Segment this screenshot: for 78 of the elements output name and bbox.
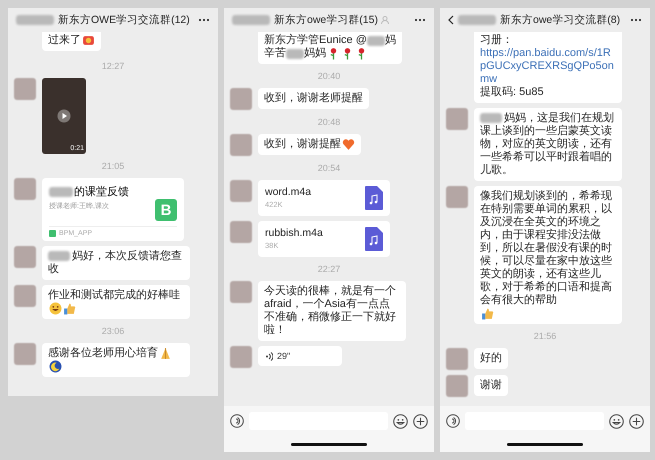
timestamp: 21:56 (532, 331, 558, 341)
avatar-placeholder (14, 343, 36, 365)
message-text: 妈 (384, 34, 396, 47)
message-text: 新东方学管Eunice @ (264, 34, 367, 46)
voice-input-icon[interactable] (446, 414, 460, 428)
message-text: 谢谢 (480, 379, 502, 392)
message-text: 收到，谢谢提醒 (264, 138, 341, 151)
voice-input-icon[interactable] (230, 414, 244, 428)
emoji-icon[interactable] (609, 414, 624, 428)
avatar-placeholder (446, 108, 468, 130)
message-text: 妈好，本次反馈请您查收 (48, 250, 184, 276)
more-icon[interactable] (198, 18, 210, 22)
timestamp: 20:40 (316, 71, 342, 81)
avatar-placeholder (230, 221, 252, 243)
link[interactable]: https://pan.baidu.com/s/1RpGUCxyCREXRSgQPo5onmw (480, 47, 616, 86)
redacted-block (458, 15, 496, 25)
avatar-placeholder (230, 88, 252, 110)
audio-file-icon (365, 186, 383, 210)
avatar-placeholder (446, 186, 468, 208)
avatar-placeholder (14, 78, 36, 100)
file-name: rubbish.m4a (265, 227, 323, 239)
plus-icon[interactable] (413, 414, 428, 428)
more-icon[interactable] (414, 18, 426, 22)
audio-file-icon (365, 227, 383, 251)
voice-duration: 29" (277, 351, 290, 361)
back-icon[interactable] (448, 15, 454, 25)
message-text: 习册： (480, 34, 513, 47)
avatar-placeholder (230, 134, 252, 156)
chat-title: 新东方OWE学习交流群(12) (58, 13, 190, 27)
emoji-icon (49, 302, 62, 315)
message-text: 辛苦 (264, 47, 286, 60)
avatar-placeholder (230, 180, 252, 202)
message-text: 收到，谢谢老师提醒 (264, 92, 363, 105)
emoji-icon[interactable] (393, 414, 408, 428)
avatar-placeholder (14, 246, 36, 268)
timestamp: 12:27 (100, 61, 126, 71)
message-text: 提取码: 5u85 (480, 86, 544, 99)
avatar-placeholder (230, 346, 252, 368)
message-text: 妈妈，这是我们在规划课上谈到的一些启蒙英文读物，对应的英文朗读，还有一些希希可以平时跟着唱的儿歌。 (480, 112, 616, 177)
emoji-icon (159, 347, 172, 360)
app-icon (49, 230, 56, 237)
avatar-placeholder (446, 348, 468, 370)
redacted-block (366, 36, 385, 46)
redacted-block (49, 186, 73, 196)
message-text: 过来了 (48, 34, 81, 47)
emoji-icon (481, 307, 494, 320)
emoji-icon (49, 360, 62, 373)
emoji-icon (63, 302, 76, 315)
timestamp: 20:48 (316, 117, 342, 127)
avatar-placeholder (14, 178, 36, 200)
card-title: 的课堂反馈 (74, 184, 129, 199)
play-icon (57, 109, 71, 123)
avatar-placeholder (446, 375, 468, 397)
message-text: 感谢各位老师用心培育 (48, 347, 158, 360)
speaker-icon (265, 352, 273, 360)
voice-message[interactable]: 29" (258, 346, 342, 366)
more-icon[interactable] (630, 18, 642, 22)
message-text: 作业和测试都完成的好棒哇 (48, 289, 180, 302)
redacted-block (232, 15, 270, 25)
avatar-placeholder (14, 285, 36, 307)
timestamp: 23:06 (100, 326, 126, 336)
timestamp: 21:05 (100, 161, 126, 171)
redacted-block (16, 15, 54, 25)
chat-title: 新东方owe学习交流群(8) (500, 13, 620, 27)
message-text: 今天读的很棒，就是有一个afraid，一个Asia有一点点不准确，稍微修正一下就好啦！ (264, 285, 397, 337)
app-logo: B (155, 199, 177, 221)
chat-title: 新东方owe学习群(15) (274, 13, 378, 27)
emoji-icon (342, 138, 355, 151)
file-name: word.m4a (265, 186, 312, 198)
timestamp: 20:54 (316, 163, 342, 173)
message-text: 妈妈 (304, 47, 326, 60)
emoji-icon (82, 34, 95, 47)
avatar-placeholder (230, 281, 252, 303)
timestamp: 22:27 (316, 264, 342, 274)
redacted-block (286, 49, 304, 59)
message-text: 好的 (480, 352, 502, 365)
message-text: 像我们规划谈到的，希希现在特别需要单词的累积，以及沉浸在全英文的环境之内，由于课程安排没法做到，所以在暑假没有课的时候，可以尽量在家中放这些英文的朗读，还有这些儿歌，对于希希的口语和提高会有很大的帮助 (480, 190, 613, 307)
plus-icon[interactable] (629, 414, 644, 428)
